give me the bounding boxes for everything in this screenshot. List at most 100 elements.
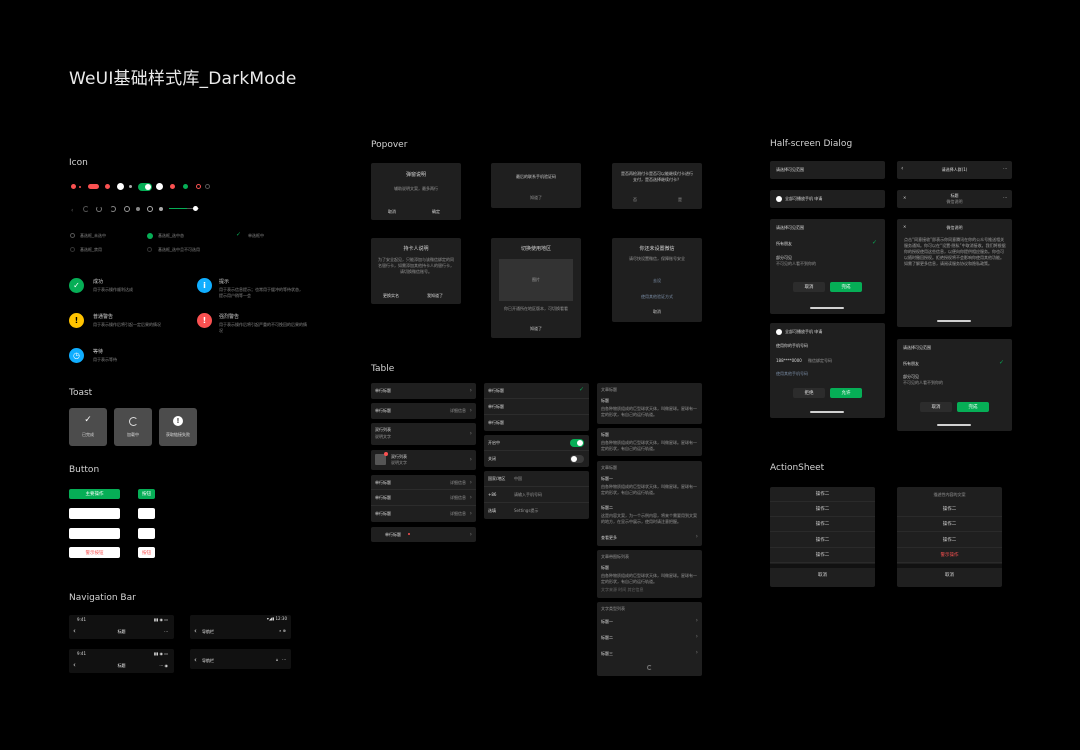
default-button[interactable]	[69, 528, 120, 539]
dialog-action-1[interactable]: 去设	[612, 278, 702, 284]
action-item[interactable]: 操作二	[770, 487, 875, 502]
home-indicator	[810, 307, 844, 309]
status-time: 9:41	[77, 617, 86, 622]
app-icon	[776, 329, 782, 335]
default-button[interactable]	[69, 508, 120, 519]
icon-row-1	[69, 183, 219, 191]
card-desc: 这是内容文案，为一个示例内容，将来个需要用到文案的地方，在显示中展示，使用时请注…	[601, 513, 697, 524]
dialog-ok-button[interactable]: 知道了	[491, 195, 581, 201]
small-warn-button[interactable]: 按钮	[138, 547, 155, 558]
more-icon[interactable]: ···	[1003, 195, 1007, 201]
dialog-title: 微信说明	[946, 225, 963, 230]
ring-icon	[196, 184, 201, 189]
form-input[interactable]: Settings提示	[514, 508, 538, 514]
done-button[interactable]: 完成	[957, 402, 989, 412]
dialog-action-2[interactable]: 使用其他验证方式	[612, 294, 702, 300]
view-more-link[interactable]: 查看更多	[601, 535, 617, 541]
dialog-action-3[interactable]: 取消	[612, 309, 702, 315]
option-label[interactable]: 所有朋友	[776, 241, 792, 247]
table-row[interactable]: 单行标题 详细信息 ›	[371, 403, 476, 419]
card-desc: 由各种物质组成的巨型球状天体，叫做星球。星球有一定的形状，有自己的运行轨道。	[601, 573, 697, 584]
chevron-right-icon: ›	[469, 430, 472, 437]
action-item[interactable]: 操作二	[897, 517, 1002, 532]
cancel-button[interactable]: 取消	[920, 402, 952, 412]
table-row[interactable]: 单行标题 详细信息 ›	[371, 506, 476, 522]
action-item[interactable]: 操作二	[770, 533, 875, 548]
table-row: 开启中	[484, 435, 589, 451]
table-row[interactable]: 双行列表 说明文字 ›	[371, 450, 476, 470]
red-dot-icon	[71, 184, 76, 189]
chevron-right-icon: ›	[469, 456, 472, 463]
dialog-left-button[interactable]: 更换实名	[383, 293, 399, 299]
action-cancel[interactable]: 取消	[897, 568, 1002, 583]
list-item[interactable]: 标题一	[601, 619, 613, 625]
chevron-right-icon: ›	[469, 531, 472, 538]
action-item[interactable]: 操作二	[897, 502, 1002, 517]
media-card[interactable]: 标题 由各种物质组成的巨型球状天体，叫做星球。星球有一定的形状，有自己的运行轨道…	[597, 428, 702, 456]
card-title: 标题	[601, 398, 609, 403]
table-row[interactable]: 双行列表 说明文字 ›	[371, 423, 476, 445]
dialog-ok-button[interactable]: 是	[678, 197, 682, 203]
dialog-cancel-button[interactable]: 取消	[388, 209, 396, 215]
allow-button[interactable]: 允许	[830, 388, 862, 398]
capsule-icon[interactable]: ··· ◉	[159, 663, 168, 669]
cancel-button[interactable]: 取消	[793, 282, 825, 292]
form-row[interactable]: 国家/地区 中国	[484, 471, 589, 487]
action-danger[interactable]: 警示操作	[897, 548, 1002, 563]
action-cancel[interactable]: 取消	[770, 568, 875, 583]
table-row[interactable]: 单行标题	[484, 415, 589, 431]
action-item[interactable]: 操作二	[897, 533, 1002, 548]
dialog-right-button[interactable]: 我知道了	[427, 293, 443, 299]
small-default-button[interactable]	[138, 508, 155, 519]
dialog-4: 持卡人说明 为了安全起见，只能添加与该微信绑定的同名银行卡，如需添加其他持卡人的…	[371, 238, 461, 304]
chevron-right-icon: ›	[695, 649, 698, 656]
dialog-ok-button[interactable]: 确定	[432, 209, 440, 215]
dialog-cancel-button[interactable]: 否	[633, 197, 637, 203]
cell-value: 详细信息	[450, 511, 466, 516]
switch-off[interactable]	[570, 455, 584, 463]
table-row[interactable]: 单行标题 ✓	[484, 383, 589, 399]
small-primary-button[interactable]: 按钮	[138, 489, 155, 499]
action-item[interactable]: 操作二	[770, 548, 875, 563]
msg-title: 成功	[93, 279, 104, 285]
list-item[interactable]: 标题二	[601, 635, 613, 641]
search-icon[interactable]: ⌕ ⊕	[279, 628, 286, 634]
primary-button[interactable]: 主要操作	[69, 489, 120, 499]
more-icon[interactable]: ···	[164, 629, 168, 635]
home-icon[interactable]: ⌂ ···	[276, 657, 286, 663]
switch-on[interactable]	[570, 439, 584, 447]
warn-button[interactable]: 警示按钮	[69, 547, 120, 558]
back-icon[interactable]: ‹	[194, 627, 197, 635]
radio-checked-icon	[147, 233, 153, 239]
action-item[interactable]: 操作二	[770, 517, 875, 532]
warn-icon: !	[173, 416, 183, 426]
media-card[interactable]: 文章带图标列表 标题 由各种物质组成的巨型球状天体，叫做星球。星球有一定的形状，…	[597, 550, 702, 598]
done-button[interactable]: 完成	[830, 282, 862, 292]
option-label[interactable]: 所有朋友	[903, 361, 919, 367]
table-row[interactable]: 单行标题 ›	[371, 383, 476, 399]
table-row[interactable]: 单行标题 详细信息 ›	[371, 475, 476, 490]
table-row[interactable]: 单行标题 详细信息 ›	[371, 490, 476, 506]
icon-caption: 单选框中	[248, 233, 264, 238]
table-row[interactable]: 单行标题	[484, 399, 589, 415]
cell-label: 单行标题	[375, 511, 391, 516]
small-default-button[interactable]	[138, 528, 155, 539]
table-row[interactable]: 单行标题 ›	[371, 527, 476, 542]
half-dialog-header: ✕ 标题 微信说明 ···	[897, 190, 1012, 208]
dialog-ok-button[interactable]: 知道了	[491, 326, 581, 332]
more-icon[interactable]: ···	[1003, 166, 1007, 172]
form-row[interactable]: 选填 Settings提示	[484, 503, 589, 519]
chevron-right-icon: ›	[469, 387, 472, 394]
other-phone-link[interactable]: 使用其他手机号码	[776, 371, 808, 377]
back-icon[interactable]: ‹	[194, 656, 197, 664]
media-card[interactable]: 文章标题 标题 由各种物质组成的巨型球状天体，叫做星球。星球有一定的形状，有自己…	[597, 383, 702, 424]
phone-input[interactable]: 请输入手机号码	[514, 492, 542, 498]
white-dot-icon	[117, 183, 124, 190]
form-row[interactable]: +86 请输入手机号码	[484, 487, 589, 503]
reject-button[interactable]: 拒绝	[793, 388, 825, 398]
action-item[interactable]: 操作二	[770, 502, 875, 517]
toast-done: ✓ 已完成	[69, 408, 107, 446]
form-label: +86	[488, 492, 497, 497]
list-item[interactable]: 标题三	[601, 651, 613, 657]
phone-number[interactable]: 188****0000	[776, 358, 802, 364]
